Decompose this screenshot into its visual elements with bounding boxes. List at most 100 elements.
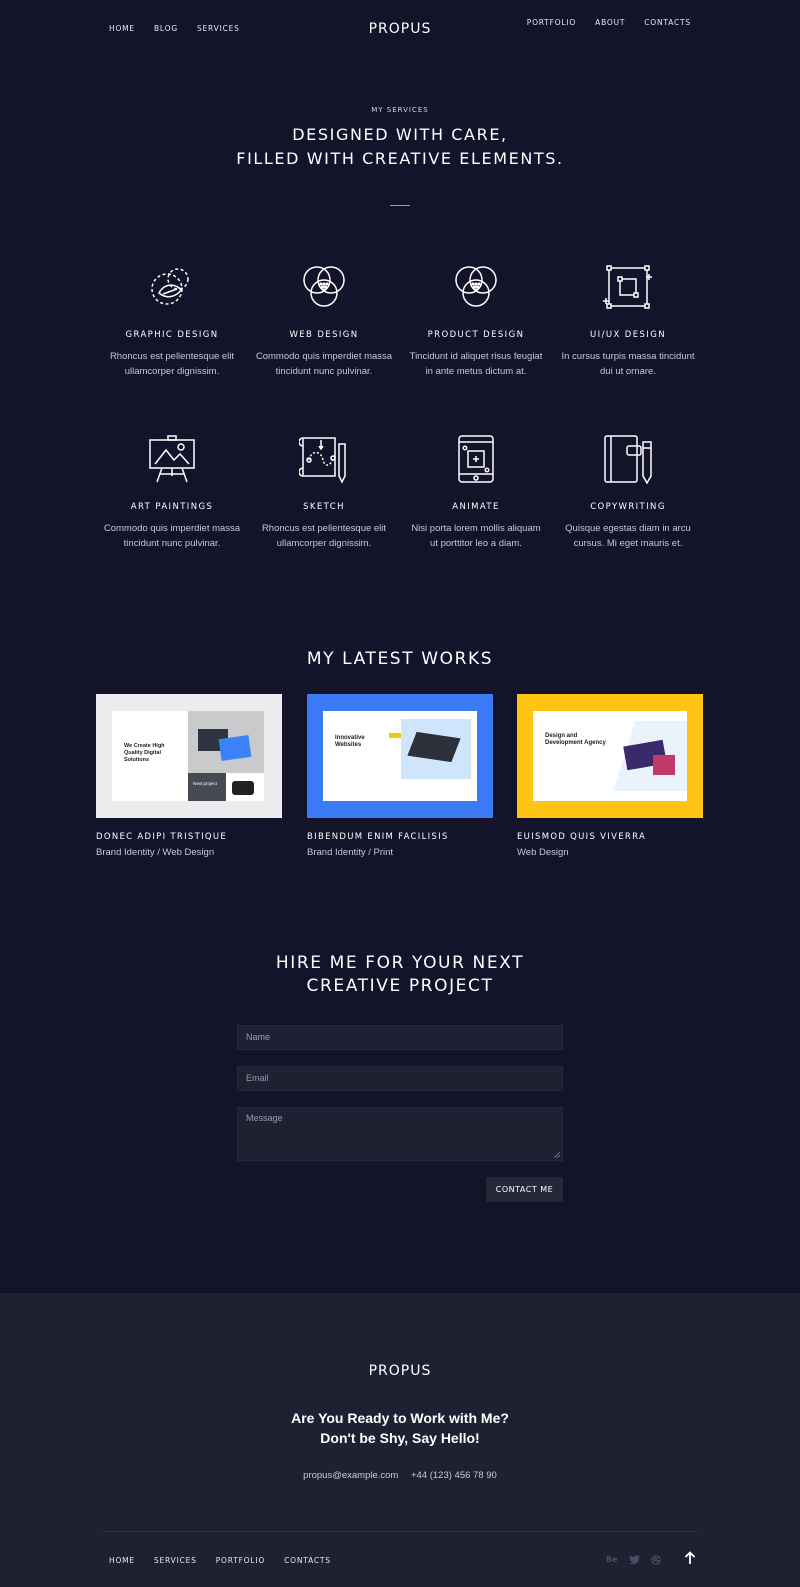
footer-cta-line1: Are You Ready to Work with Me? [291, 1410, 509, 1426]
footer-nav-contacts[interactable]: CONTACTS [284, 1556, 331, 1565]
footer-nav-portfolio[interactable]: PORTFOLIO [216, 1556, 265, 1565]
service-desc: Tincidunt id aliquet risus feugiat in an… [401, 349, 551, 379]
service-copywriting: COPYWRITING Quisque egestas diam in arcu… [553, 434, 703, 551]
service-title: SKETCH [303, 502, 345, 512]
thumbnail-next-label: Next project [193, 781, 218, 786]
service-title: ANIMATE [452, 502, 500, 512]
service-title: UI/UX DESIGN [590, 330, 666, 340]
works-title: MY LATEST WORKS [306, 649, 494, 669]
service-desc-line: Tincidunt id aliquet risus feugiat [409, 351, 543, 362]
service-desc-line: Commodo quis imperdiet massa [255, 351, 393, 362]
animate-icon [458, 435, 494, 483]
footer-contacts: propus@example.com +44 (123) 456 78 90 [0, 1470, 800, 1481]
header-nav-right: PORTFOLIO ABOUT CONTACTS [508, 18, 691, 27]
service-desc: Rhoncus est pellentesque elit ullamcorpe… [97, 349, 247, 379]
work-thumbnail[interactable]: We Create High Quality Digital Solutions… [96, 694, 282, 818]
service-desc-line: cursus. Mi eget mauris et. [573, 538, 683, 549]
graphic-design-icon [151, 268, 189, 305]
work-title[interactable]: BIBENDUM ENIM FACILISIS [307, 832, 493, 842]
service-desc: Commodo quis imperdiet massa tincidunt n… [97, 521, 247, 551]
work-thumbnail[interactable]: Design and Development Agency [517, 694, 703, 818]
service-web-design: WEB DESIGN Commodo quis imperdiet massa … [249, 262, 399, 379]
footer-divider [100, 1531, 700, 1532]
footer-logo[interactable]: PROPUS [0, 1363, 800, 1379]
back-to-top-arrow-icon[interactable] [684, 1551, 696, 1565]
hire-title-line2: CREATIVE PROJECT [306, 976, 494, 996]
hire-title-line1: HIRE ME FOR YOUR NEXT [275, 953, 525, 973]
service-desc: Commodo quis imperdiet massa tincidunt n… [249, 349, 399, 379]
web-design-icon [303, 266, 345, 307]
service-product-design: PRODUCT DESIGN Tincidunt id aliquet risu… [401, 262, 551, 379]
contact-me-button[interactable]: CONTACT ME [486, 1177, 563, 1202]
page-upper: HOME BLOG SERVICES PROPUS PORTFOLIO ABOU… [0, 0, 800, 1293]
nav-contacts[interactable]: CONTACTS [644, 18, 691, 27]
service-desc-line: ullamcorper dignissim. [124, 366, 220, 377]
footer-nav-home[interactable]: HOME [109, 1556, 135, 1565]
work-card[interactable]: Innovative Websites BIBENDUM ENIM FACILI… [307, 694, 493, 858]
copywriting-icon [604, 435, 652, 484]
email-placeholder: Email [246, 1073, 269, 1083]
service-ui-ux-design: UI/UX DESIGN In cursus turpis massa tinc… [553, 262, 703, 379]
footer-phone[interactable]: +44 (123) 456 78 90 [411, 1470, 497, 1481]
service-desc-line: Rhoncus est pellentesque elit [109, 351, 235, 362]
service-desc: In cursus turpis massa tincidunt dui ut … [553, 349, 703, 379]
service-desc-line: Commodo quis imperdiet massa [103, 523, 241, 534]
footer-cta-line2: Don't be Shy, Say Hello! [320, 1430, 480, 1446]
work-card[interactable]: We Create High Quality Digital Solutions… [96, 694, 282, 858]
thumbnail-screen: Innovative Websites [323, 711, 477, 801]
dribbble-icon[interactable] [651, 1555, 661, 1565]
services-title-line2: FILLED WITH CREATIVE ELEMENTS. [236, 149, 564, 168]
work-category: Web Design [517, 847, 569, 858]
work-title[interactable]: DONEC ADIPI TRISTIQUE [96, 832, 282, 842]
message-field[interactable]: Message [237, 1107, 563, 1161]
services-kicker: MY SERVICES [371, 106, 429, 114]
thumbnail-screen: Design and Development Agency [533, 711, 687, 801]
service-animate: ANIMATE Nisi porta lorem mollis aliquam … [401, 434, 551, 551]
name-placeholder: Name [246, 1032, 271, 1042]
twitter-icon[interactable] [629, 1555, 640, 1564]
work-card[interactable]: Design and Development Agency EUISMOD QU… [517, 694, 703, 858]
message-placeholder: Message [246, 1113, 283, 1123]
name-field[interactable]: Name [237, 1025, 563, 1050]
ui-ux-design-icon [603, 265, 652, 309]
service-desc-line: in ante metus dictum at. [425, 366, 527, 377]
service-desc-line: In cursus turpis massa tincidunt [561, 351, 695, 362]
work-thumbnail[interactable]: Innovative Websites [307, 694, 493, 818]
behance-icon[interactable]: Be [606, 1555, 618, 1564]
thumbnail-heading: Design and Development Agency [545, 733, 606, 746]
footer: PROPUS Are You Ready to Work with Me? Do… [0, 1293, 800, 1587]
resize-handle-icon[interactable] [554, 1152, 560, 1158]
service-desc-line: ullamcorper dignissim. [276, 538, 372, 549]
art-paintings-icon [149, 435, 195, 483]
footer-nav-services[interactable]: SERVICES [154, 1556, 197, 1565]
service-desc-line: Quisque egestas diam in arcu [565, 523, 691, 534]
service-desc: Quisque egestas diam in arcu cursus. Mi … [553, 521, 703, 551]
service-desc-line: dui ut ornare. [600, 366, 656, 377]
service-art-paintings: ART PAINTINGS Commodo quis imperdiet mas… [97, 434, 247, 551]
service-title: WEB DESIGN [289, 330, 359, 340]
nav-portfolio[interactable]: PORTFOLIO [527, 18, 576, 27]
thumbnail-heading: Innovative Websites [335, 735, 365, 748]
service-desc-line: ut porttitor leo a diam. [430, 538, 522, 549]
service-title: PRODUCT DESIGN [427, 330, 525, 340]
footer-email[interactable]: propus@example.com [303, 1470, 398, 1481]
service-title: GRAPHIC DESIGN [125, 330, 219, 340]
service-desc: Rhoncus est pellentesque elit ullamcorpe… [249, 521, 399, 551]
work-category: Brand Identity / Print [307, 847, 394, 858]
service-title: COPYWRITING [590, 502, 666, 512]
thumbnail-graphic [401, 719, 471, 779]
thumbnail-next: Next project [188, 773, 226, 801]
service-desc: Nisi porta lorem mollis aliquam ut portt… [401, 521, 551, 551]
product-design-icon [455, 266, 497, 307]
service-title: ART PAINTINGS [130, 502, 214, 512]
service-desc-line: tincidunt nunc pulvinar. [275, 366, 373, 377]
email-field[interactable]: Email [237, 1066, 563, 1091]
service-desc-line: Nisi porta lorem mollis aliquam [411, 523, 541, 534]
work-category: Brand Identity / Web Design [96, 847, 215, 858]
work-title[interactable]: EUISMOD QUIS VIVERRA [517, 832, 703, 842]
service-sketch: SKETCH Rhoncus est pellentesque elit ull… [249, 434, 399, 551]
service-desc-line: tincidunt nunc pulvinar. [123, 538, 221, 549]
nav-about[interactable]: ABOUT [595, 18, 625, 27]
camera-graphic [232, 781, 254, 795]
service-desc-line: Rhoncus est pellentesque elit [261, 523, 387, 534]
